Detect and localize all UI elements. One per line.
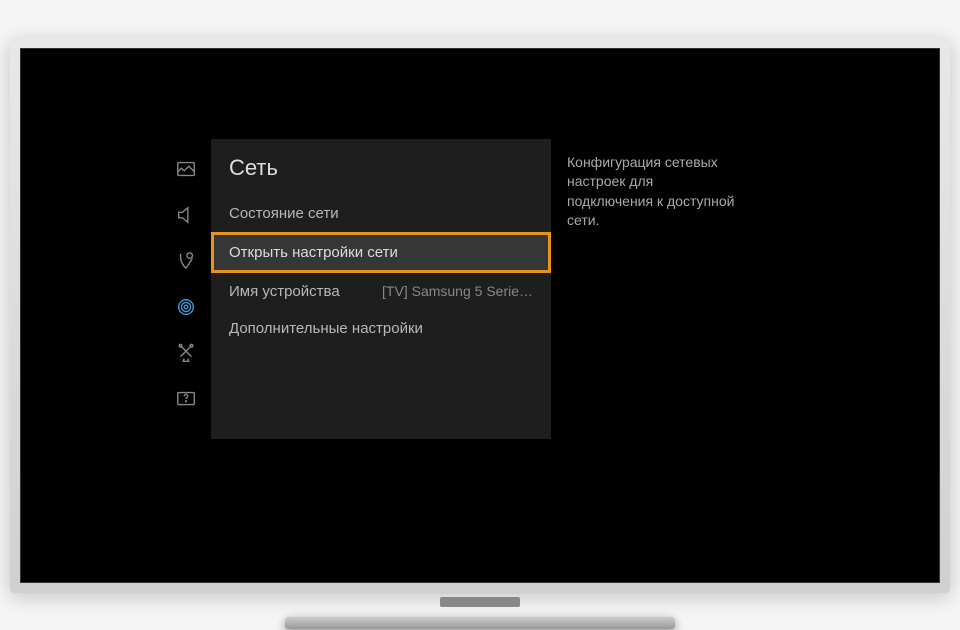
- broadcast-icon[interactable]: [174, 249, 198, 273]
- menu-item-network-status[interactable]: Состояние сети: [211, 195, 551, 232]
- menu-item-expert-settings[interactable]: Дополнительные настройки: [211, 310, 551, 347]
- menu-item-open-network-settings[interactable]: Открыть настройки сети: [211, 232, 551, 273]
- picture-icon[interactable]: [174, 157, 198, 181]
- tv-frame: Сеть Состояние сети Открыть настройки се…: [10, 38, 950, 593]
- tv-screen: Сеть Состояние сети Открыть настройки се…: [20, 48, 940, 583]
- menu-item-value: [TV] Samsung 5 Serie…: [382, 283, 533, 299]
- network-icon[interactable]: [174, 295, 198, 319]
- help-text: Конфигурация сетевых настроек для подклю…: [551, 139, 751, 439]
- menu-item-label: Открыть настройки сети: [229, 244, 398, 261]
- category-rail: [161, 139, 211, 439]
- menu-item-label: Состояние сети: [229, 205, 339, 222]
- settings-menu: Сеть Состояние сети Открыть настройки се…: [161, 139, 751, 439]
- panel-title: Сеть: [211, 149, 551, 195]
- menu-item-label: Дополнительные настройки: [229, 320, 423, 337]
- menu-panel: Сеть Состояние сети Открыть настройки се…: [211, 139, 551, 439]
- system-icon[interactable]: [174, 341, 198, 365]
- support-icon[interactable]: [174, 387, 198, 411]
- sound-icon[interactable]: [174, 203, 198, 227]
- menu-item-device-name[interactable]: Имя устройства [TV] Samsung 5 Serie…: [211, 273, 551, 310]
- menu-item-label: Имя устройства: [229, 283, 340, 300]
- tv-stand: [285, 601, 675, 629]
